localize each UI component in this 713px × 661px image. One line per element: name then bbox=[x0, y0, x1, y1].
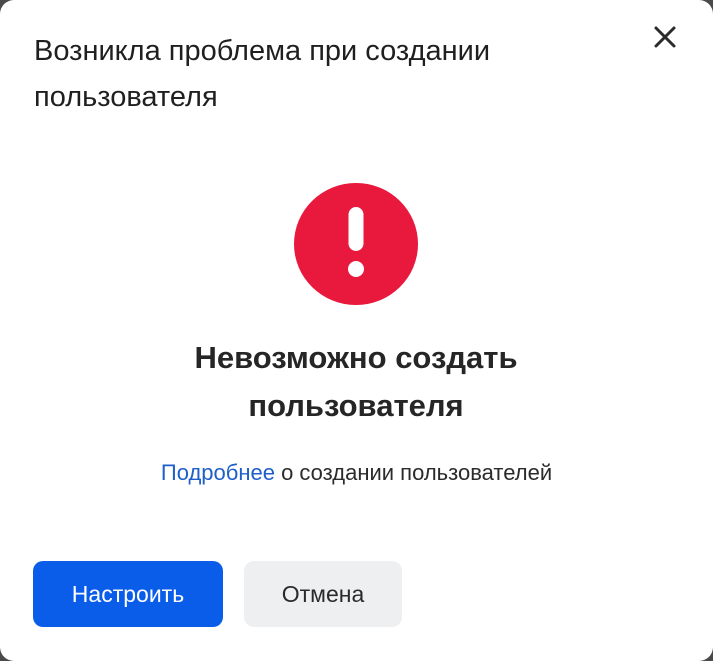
learn-more-link[interactable]: Подробнее bbox=[161, 460, 275, 485]
cancel-button[interactable]: Отмена bbox=[244, 561, 402, 627]
dialog-title: Возникла проблема при создании пользоват… bbox=[34, 35, 491, 113]
configure-button[interactable]: Настроить bbox=[33, 561, 223, 627]
exclamation-circle-icon bbox=[294, 183, 418, 305]
info-line: Подробнее о создании пользователей bbox=[60, 458, 653, 488]
close-icon[interactable] bbox=[653, 25, 677, 49]
error-dialog: Возникла проблема при создании пользоват… bbox=[0, 0, 713, 661]
info-text: о создании пользователей bbox=[274, 460, 553, 485]
close-button[interactable] bbox=[648, 20, 682, 54]
error-heading: Невозможно создать пользователя bbox=[194, 340, 518, 423]
